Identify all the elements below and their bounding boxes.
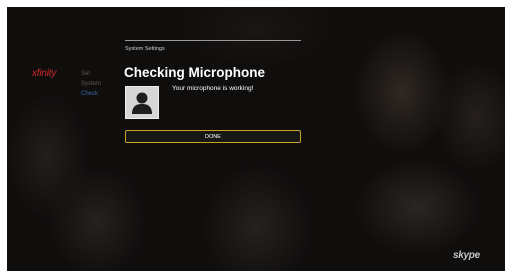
dialog-title: Checking Microphone [124, 65, 266, 80]
background-menu: Set System Check [81, 69, 101, 99]
skype-logo: skype [453, 250, 480, 261]
done-button[interactable]: DONE [125, 130, 301, 143]
header-divider [125, 40, 301, 41]
status-message: Your microphone is working! [172, 85, 254, 92]
person-silhouette-icon [125, 86, 159, 119]
background-menu-item: System [81, 81, 102, 87]
background-menu-item: Set [81, 71, 91, 77]
xfinity-logo: xfinity [32, 68, 57, 79]
background-menu-item-active: Check [81, 91, 99, 97]
tv-screen: xfinity Set System Check System Settings… [7, 7, 505, 271]
section-label: System Settings [125, 46, 165, 52]
done-button-label: DONE [205, 133, 221, 140]
